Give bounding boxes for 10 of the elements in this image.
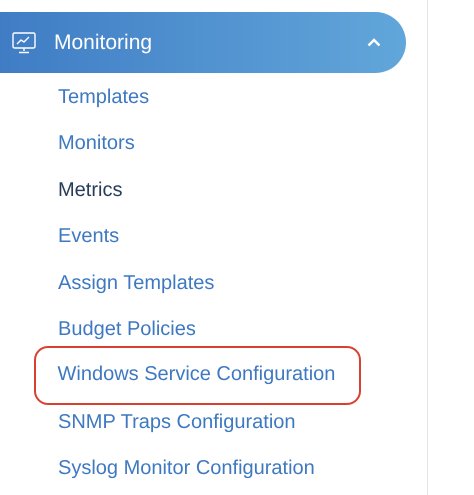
section-header[interactable]: Monitoring — [0, 12, 406, 73]
menu-item[interactable]: Templates — [0, 74, 150, 120]
highlighted-menu-item[interactable]: Windows Service Configuration — [34, 346, 362, 405]
menu-item[interactable]: Assign Templates — [0, 260, 214, 306]
chevron-icon — [367, 38, 381, 47]
monitor-icon — [12, 32, 36, 54]
menu-item[interactable]: Events — [0, 213, 120, 260]
menu-item[interactable]: Monitors — [0, 120, 135, 167]
menu-item[interactable]: Syslog Monitor Configuration — [0, 445, 315, 492]
menu-item[interactable]: Metrics — [0, 166, 122, 214]
